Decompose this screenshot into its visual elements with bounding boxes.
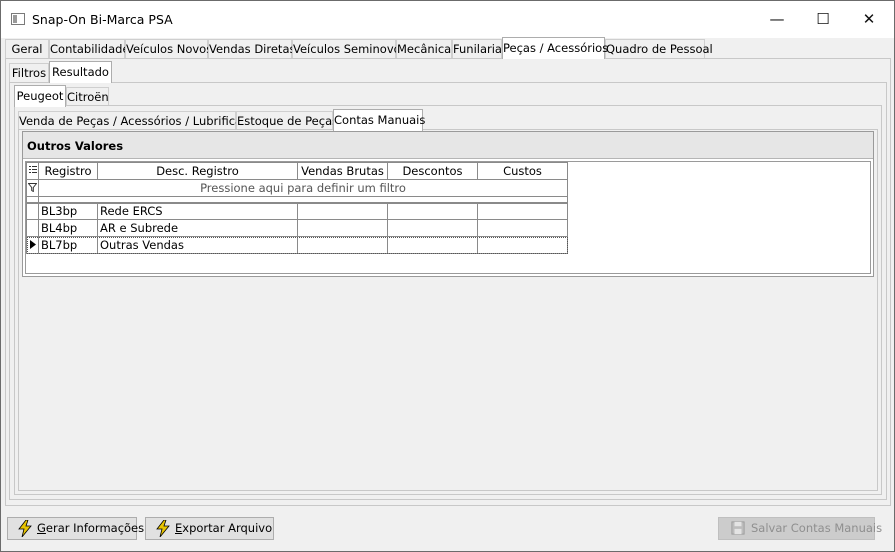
brand-tab-strip: Peugeot Citroën <box>14 85 134 107</box>
table-row-current[interactable]: BL7bp Outras Vendas <box>26 236 568 254</box>
exportar-arquivo-button[interactable]: Exportar Arquivo <box>145 517 274 540</box>
tab-veiculos-novos[interactable]: Veículos Novos <box>125 39 212 58</box>
tab-vendas-diretas[interactable]: Vendas Diretas <box>208 39 295 58</box>
cell-registro[interactable]: BL7bp <box>38 236 98 254</box>
cell-desc-registro[interactable]: Outras Vendas <box>97 236 298 254</box>
gerar-informacoes-button[interactable]: Gerar Informações <box>7 517 144 540</box>
app-icon <box>11 13 25 25</box>
tab-funilaria[interactable]: Funilaria <box>452 39 502 58</box>
window-title: Snap-On Bi-Marca PSA <box>32 12 173 27</box>
column-header-registro[interactable]: Registro <box>38 162 98 180</box>
cell-desc-registro[interactable]: Rede ERCS <box>97 202 298 220</box>
cell-vendas-brutas[interactable] <box>297 202 388 220</box>
column-chooser-icon[interactable] <box>26 162 39 180</box>
tab-veiculos-seminovos[interactable]: Veículos Seminovos <box>292 39 407 58</box>
cell-custos[interactable] <box>477 202 568 220</box>
row-selector[interactable] <box>26 219 39 237</box>
tab-filtros[interactable]: Filtros <box>9 63 49 82</box>
cell-custos[interactable] <box>477 219 568 237</box>
minimize-button[interactable]: — <box>754 1 800 37</box>
sub-tab-strip: Filtros Resultado <box>9 61 209 83</box>
salvar-contas-manuais-button[interactable]: Salvar Contas Manuais <box>718 517 882 540</box>
grid-table: Registro Desc. Registro Vendas Brutas De… <box>26 162 568 254</box>
exportar-arquivo-label: Exportar Arquivo <box>175 521 273 535</box>
tab-quadro-de-pessoal[interactable]: Quadro de Pessoal <box>605 39 713 58</box>
main-tab-strip: Geral Contabilidade Veículos Novos Venda… <box>5 37 891 59</box>
tab-estoque-pecas[interactable]: Estoque de Peças <box>236 111 338 130</box>
tab-peugeot[interactable]: Peugeot <box>14 85 66 107</box>
tab-pecas-acessorios[interactable]: Peças / Acessórios <box>502 37 608 59</box>
app-window: Snap-On Bi-Marca PSA — ☐ ✕ Geral Contabi… <box>0 0 895 552</box>
column-header-descontos[interactable]: Descontos <box>387 162 478 180</box>
filter-prompt[interactable]: Pressione aqui para definir um filtro <box>38 179 568 197</box>
filter-row[interactable]: Pressione aqui para definir um filtro <box>26 179 568 197</box>
cell-desc-registro[interactable]: AR e Subrede <box>97 219 298 237</box>
column-header-vendas-brutas[interactable]: Vendas Brutas <box>297 162 388 180</box>
floppy-disk-icon <box>731 521 745 535</box>
column-header-desc-registro[interactable]: Desc. Registro <box>97 162 298 180</box>
table-row[interactable]: BL4bp AR e Subrede <box>26 219 568 237</box>
filter-icon <box>26 179 39 197</box>
cell-descontos[interactable] <box>387 202 478 220</box>
cell-registro[interactable]: BL4bp <box>38 219 98 237</box>
tab-geral[interactable]: Geral <box>5 39 49 58</box>
row-pointer-icon[interactable] <box>26 236 39 254</box>
grid-caption-text: Outros Valores <box>27 139 124 153</box>
cell-registro[interactable]: BL3bp <box>38 202 98 220</box>
tab-mecanica[interactable]: Mecânica <box>396 39 452 58</box>
row-selector[interactable] <box>26 202 39 220</box>
grid-caption: Outros Valores <box>23 132 873 159</box>
table-row[interactable]: BL3bp Rede ERCS <box>26 202 568 220</box>
outros-valores-grid: Outros Valores Registro Desc. Registro V… <box>22 131 874 277</box>
tab-venda-pecas[interactable]: Venda de Peças / Acessórios / Lubrifican… <box>18 111 267 130</box>
column-header-custos[interactable]: Custos <box>477 162 568 180</box>
cell-custos[interactable] <box>477 236 568 254</box>
title-bar: Snap-On Bi-Marca PSA — ☐ ✕ <box>1 1 894 38</box>
gerar-informacoes-label: Gerar Informações <box>37 521 145 535</box>
lightning-icon <box>18 520 32 537</box>
section-tab-strip: Venda de Peças / Acessórios / Lubrifican… <box>18 109 438 131</box>
tab-contas-manuais[interactable]: Contas Manuais <box>333 109 425 131</box>
maximize-button[interactable]: ☐ <box>800 1 846 37</box>
tab-citroen[interactable]: Citroën <box>66 87 109 106</box>
tab-contabilidade[interactable]: Contabilidade <box>49 39 130 58</box>
cell-descontos[interactable] <box>387 219 478 237</box>
cell-descontos[interactable] <box>387 236 478 254</box>
cell-vendas-brutas[interactable] <box>297 219 388 237</box>
tab-resultado[interactable]: Resultado <box>49 61 112 83</box>
cell-vendas-brutas[interactable] <box>297 236 388 254</box>
salvar-contas-manuais-label: Salvar Contas Manuais <box>751 521 883 535</box>
grid-header-row: Registro Desc. Registro Vendas Brutas De… <box>26 162 568 180</box>
close-button[interactable]: ✕ <box>846 1 892 37</box>
grid-area: Registro Desc. Registro Vendas Brutas De… <box>25 161 871 274</box>
lightning-icon <box>156 520 170 537</box>
